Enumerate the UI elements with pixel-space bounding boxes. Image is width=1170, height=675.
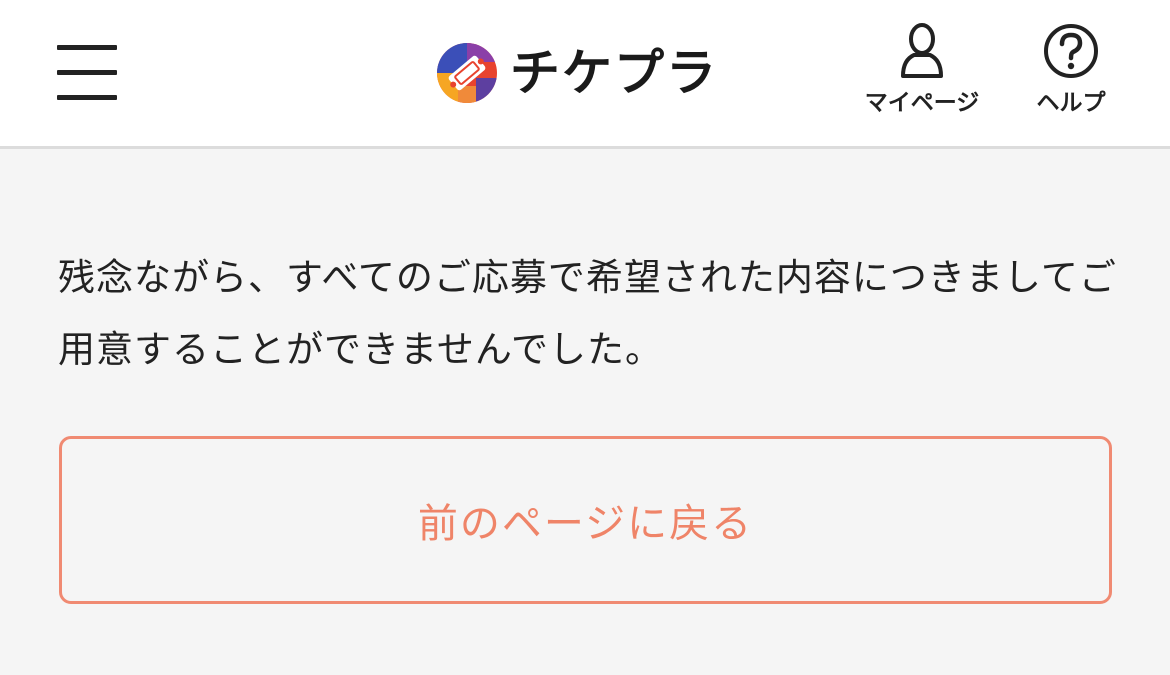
back-button-label: 前のページに戻る — [417, 501, 754, 547]
back-button[interactable]: 前のページに戻る — [59, 436, 1112, 604]
header: チケプラ マイページ ヘルプ — [0, 0, 1170, 149]
help-label: ヘルプ — [1036, 90, 1106, 116]
logo[interactable]: チケプラ — [436, 40, 718, 106]
user-icon — [901, 23, 943, 78]
mypage-label: マイページ — [864, 90, 980, 116]
logo-text: チケプラ — [510, 44, 718, 102]
ticket-logo-icon — [437, 43, 497, 103]
mypage-button[interactable]: マイページ — [856, 22, 988, 132]
hamburger-menu-icon[interactable] — [52, 40, 122, 104]
result-message: 残念ながら、すべてのご応募で希望された内容につきましてご用意することができません… — [58, 256, 1117, 371]
help-button[interactable]: ヘルプ — [1026, 22, 1116, 132]
question-circle-icon — [1044, 24, 1098, 78]
